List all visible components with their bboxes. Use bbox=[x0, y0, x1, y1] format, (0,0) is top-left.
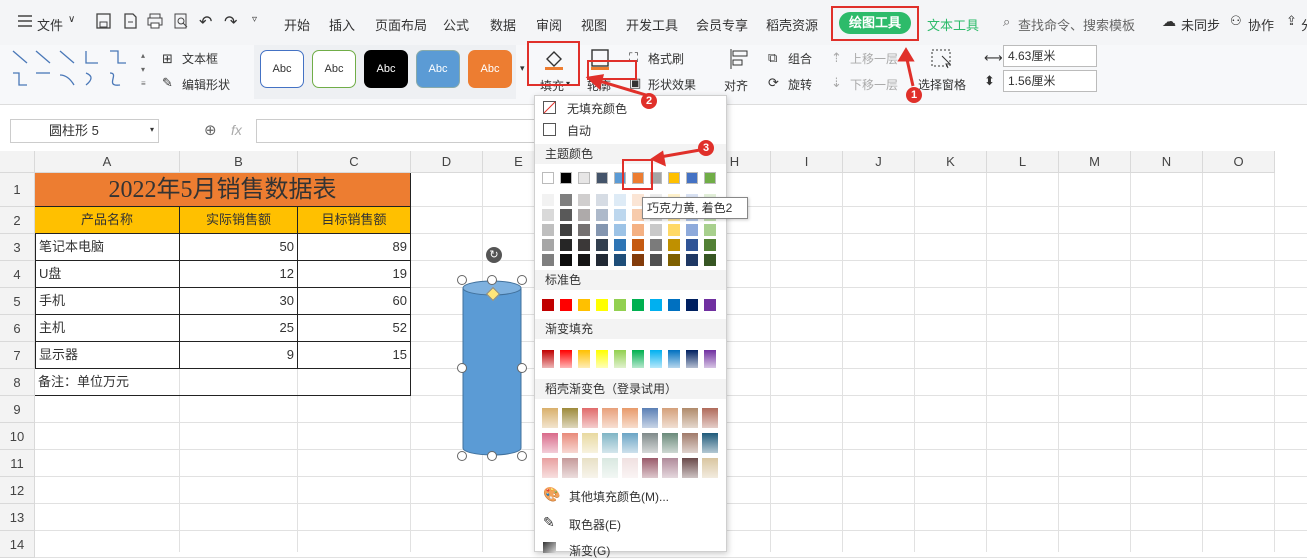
step-badge-1: 1 bbox=[906, 87, 922, 103]
step-badge-2: 2 bbox=[641, 93, 657, 109]
step-badge-3: 3 bbox=[698, 140, 714, 156]
annotation-arrows bbox=[585, 47, 915, 167]
gridline-h bbox=[35, 557, 1307, 558]
